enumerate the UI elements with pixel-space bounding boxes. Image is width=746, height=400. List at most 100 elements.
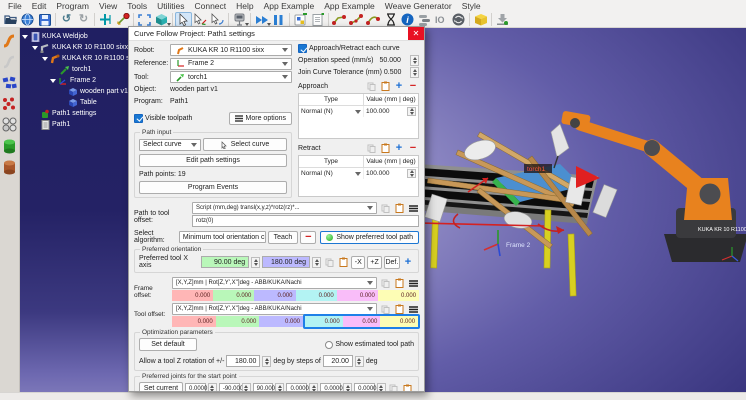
join-tolerance-spinner[interactable] (410, 67, 419, 78)
rotation-value-field[interactable]: 180.00 (226, 355, 260, 367)
frame-offset-rz[interactable]: 0.000 (296, 290, 337, 301)
plus-z-button[interactable]: +Z (367, 256, 381, 269)
retract-value-field[interactable]: 100.000 (363, 168, 418, 179)
paste-icon[interactable] (393, 304, 405, 315)
angle2-field[interactable]: 180.00 deg (262, 256, 310, 268)
joint-4-spinner[interactable] (309, 383, 318, 391)
expand-arrow-icon[interactable] (42, 57, 48, 61)
offset-script-dropdown[interactable]: Script (mm,deg) transl(x,y,z)*rotz(rz)*.… (192, 202, 377, 214)
pause-icon[interactable] (270, 12, 287, 27)
angle1-field[interactable]: 90.00 deg (201, 256, 249, 268)
tree-item-table[interactable]: Table (20, 97, 128, 108)
copy-icon[interactable] (365, 81, 377, 92)
copy-icon[interactable] (365, 143, 377, 154)
save-station-icon[interactable] (36, 12, 53, 27)
select-cursor-icon[interactable] (175, 12, 192, 27)
paste-icon[interactable] (393, 203, 405, 214)
tree-item-station[interactable]: KUKA Weldjob (20, 31, 128, 42)
paste-icon[interactable] (402, 383, 414, 391)
add-orientation-icon[interactable]: + (402, 257, 414, 268)
tree-item-robot[interactable]: KUKA KR 10 R1100 sixx (20, 53, 128, 64)
offset-script-value[interactable]: rotz(0) (192, 215, 419, 227)
algorithm-select[interactable]: Minimum tool orientation change (179, 231, 266, 243)
menu-utilities[interactable]: Utilities (152, 1, 189, 11)
collision-map-icon[interactable] (416, 12, 433, 27)
export-package-icon[interactable] (472, 12, 489, 27)
paste-icon[interactable] (337, 257, 349, 268)
run-fast-icon[interactable] (253, 12, 270, 27)
expand-arrow-icon[interactable] (50, 79, 56, 83)
remove-row-icon[interactable]: − (407, 81, 419, 92)
tool-offset-rz[interactable]: 0.000 (305, 316, 343, 327)
frame-offset-y[interactable]: 0.000 (213, 290, 254, 301)
joint-5-field[interactable]: 0.0000 (320, 383, 341, 392)
copy-icon[interactable] (379, 203, 391, 214)
tree-item-torch[interactable]: torch1 (20, 64, 128, 75)
angle2-spinner[interactable] (312, 257, 321, 268)
default-button[interactable]: Def. (384, 256, 400, 269)
menu-program[interactable]: Program (51, 1, 94, 11)
rotation-step-field[interactable]: 20.00 (323, 355, 353, 367)
online-library-icon[interactable] (19, 12, 36, 27)
copy-icon[interactable] (379, 304, 391, 315)
expand-arrow-icon[interactable] (22, 35, 28, 39)
frame-offset-x[interactable]: 0.000 (172, 290, 213, 301)
menu-icon[interactable] (407, 203, 419, 214)
more-options-button[interactable]: More options (229, 112, 292, 125)
rotation-step-spinner[interactable] (355, 356, 364, 367)
show-estimated-radio[interactable] (325, 341, 333, 349)
timer-icon[interactable] (382, 12, 399, 27)
joint-3-field[interactable]: 90.0000 (253, 383, 274, 392)
fit-view-icon[interactable] (136, 12, 153, 27)
retract-table[interactable]: TypeValue (mm | deg) Normal (N) 100.000 (298, 155, 419, 197)
redo-icon[interactable]: ↻ (75, 12, 92, 27)
paste-icon[interactable] (379, 143, 391, 154)
rotation-value-spinner[interactable] (262, 356, 271, 367)
reference-select[interactable]: Frame 2 (170, 58, 292, 70)
curve-orange-icon[interactable] (1, 32, 18, 49)
objects-blue-icon[interactable] (1, 74, 18, 91)
joint-2-field[interactable]: -90.0000 (219, 383, 240, 392)
menu-help[interactable]: Help (231, 1, 258, 11)
teach-pendant-icon[interactable] (231, 12, 248, 27)
joint-1-field[interactable]: 0.0000 (185, 383, 206, 392)
sync-refresh-icon[interactable] (450, 12, 467, 27)
menu-app-example-1[interactable]: App Example (259, 1, 320, 11)
tool-offset-rx[interactable]: 0.000 (380, 316, 418, 327)
remove-teach-button[interactable]: − (300, 231, 316, 244)
paste-icon[interactable] (379, 81, 391, 92)
menu-icon[interactable] (407, 278, 419, 289)
visible-toolpath-checkbox[interactable] (134, 114, 143, 123)
add-program-icon[interactable] (309, 12, 326, 27)
curve-white-icon[interactable] (1, 53, 18, 70)
copy-icon[interactable] (388, 383, 400, 391)
close-icon[interactable]: ✕ (408, 27, 424, 40)
undo-icon[interactable]: ↺ (58, 12, 75, 27)
paste-icon[interactable] (393, 278, 405, 289)
circles-gray-icon[interactable] (1, 116, 18, 133)
tree-item-wooden-part[interactable]: wooden part v1 (20, 86, 128, 97)
tool-offset-x[interactable]: 0.000 (172, 316, 216, 327)
tool-offset-z[interactable]: 0.000 (259, 316, 303, 327)
menu-edit[interactable]: Edit (27, 1, 52, 11)
dialog-title-bar[interactable]: Curve Follow Project: Path1 settings ✕ (129, 27, 424, 41)
program-events-button[interactable]: Program Events (139, 181, 287, 194)
tree-item-path1[interactable]: Path1 (20, 119, 128, 130)
tree-item-frame2[interactable]: Frame 2 (20, 75, 128, 86)
menu-connect[interactable]: Connect (189, 1, 231, 11)
operation-speed-value[interactable]: 50.000 (379, 57, 400, 64)
export-station-icon[interactable] (494, 12, 511, 27)
set-default-optimization-button[interactable]: Set default (139, 338, 197, 351)
approach-retract-checkbox[interactable] (298, 44, 307, 53)
joint-4-field[interactable]: 0.0000 (286, 383, 307, 392)
menu-file[interactable]: File (3, 1, 27, 11)
point-follow-project-icon[interactable] (348, 12, 365, 27)
approach-table[interactable]: TypeValue (mm | deg) Normal (N) 100.000 (298, 93, 419, 139)
open-project-icon[interactable] (2, 12, 19, 27)
tool-select[interactable]: torch1 (170, 71, 292, 83)
approach-value-field[interactable]: 100.000 (363, 106, 418, 117)
tool-offset-ry[interactable]: 0.000 (343, 316, 381, 327)
menu-app-example-2[interactable]: App Example (319, 1, 380, 11)
menu-view[interactable]: View (94, 1, 122, 11)
teach-button[interactable]: Teach (268, 231, 299, 244)
